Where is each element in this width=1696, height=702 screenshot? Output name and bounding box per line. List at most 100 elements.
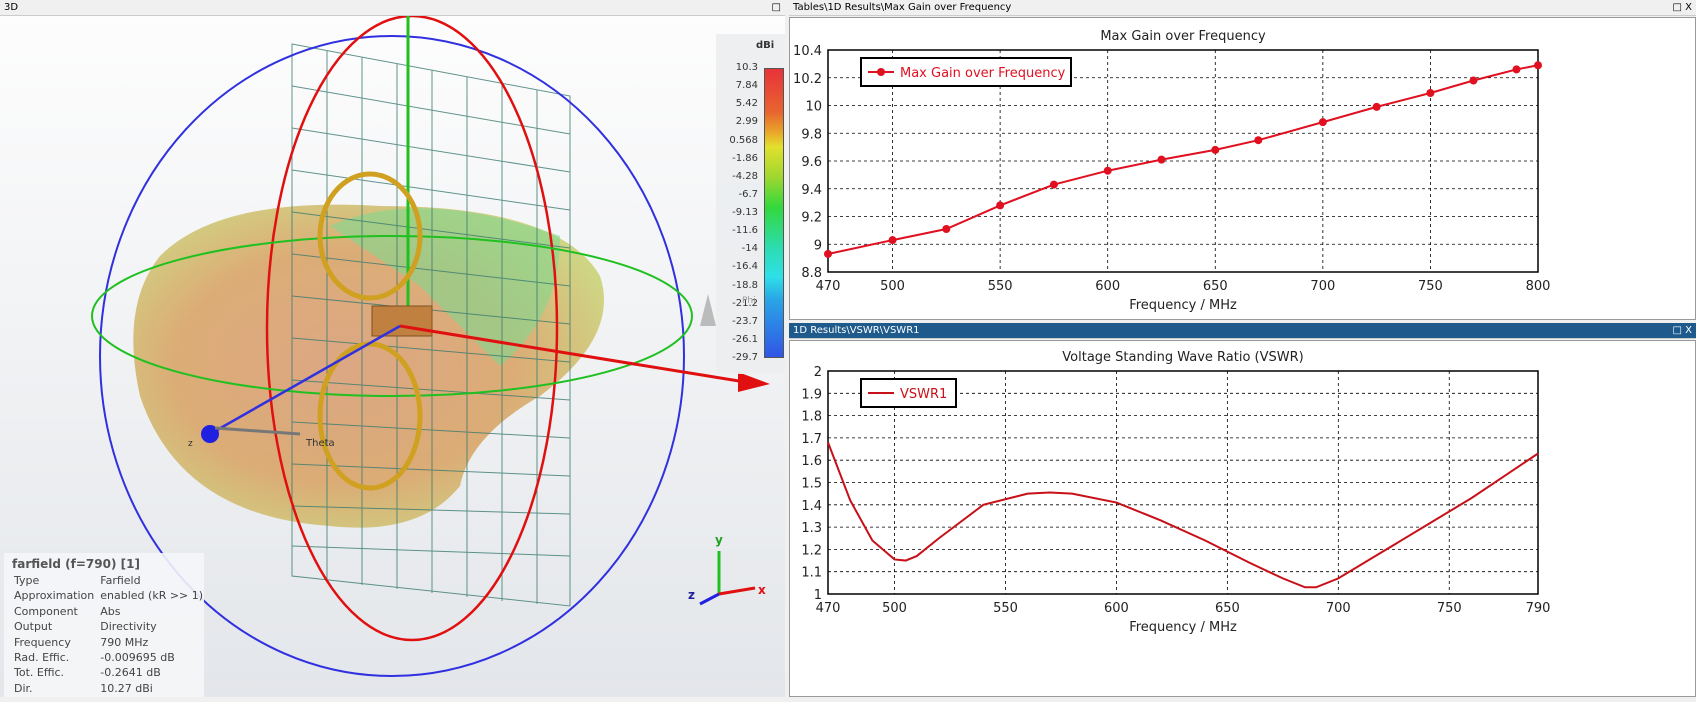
y-tick-label: 9.2 [801, 211, 822, 226]
y-tick-label: 10.4 [793, 44, 822, 59]
phi-arrow [700, 294, 716, 326]
gain-panel-header: Tables\1D Results\Max Gain over Frequenc… [789, 0, 1696, 16]
y-tick-label: 8.8 [801, 266, 822, 281]
data-point [1254, 136, 1263, 145]
x-tick-label: 650 [1203, 279, 1228, 294]
y-tick-label: 1.1 [801, 566, 822, 581]
data-point [1372, 102, 1381, 111]
x-tick-label: 550 [988, 279, 1013, 294]
info-row: Dir. 10.27 dBi [12, 681, 207, 696]
info-key: Component [14, 604, 78, 618]
y-tick-label: 1.3 [801, 521, 822, 536]
colorbar-label: -6.7 [738, 188, 758, 200]
y-tick-label: 9.4 [801, 183, 822, 198]
colorbar-label: 5.42 [735, 98, 758, 110]
colorbar-label: 10.3 [735, 62, 758, 73]
data-point [1049, 180, 1058, 189]
data-point [942, 224, 951, 233]
data-point [1211, 145, 1220, 154]
farfield-info-box: farfield (f=790) [1] Type Farfield Approxi… [4, 553, 204, 697]
colorbar-label: -26.1 [732, 333, 758, 345]
gain-panel-title: Tables\1D Results\Max Gain over Frequenc… [793, 2, 1012, 13]
vswr-panel-window-buttons[interactable]: □ X [1673, 323, 1692, 339]
x-axis-label: Frequency / MHz [1129, 298, 1237, 313]
chart-title: Max Gain over Frequency [1100, 29, 1266, 44]
phi-label: Phi [742, 296, 756, 306]
x-axis-label: Frequency / MHz [1129, 620, 1237, 635]
antenna-feed [371, 305, 433, 337]
info-title: farfield (f=790) [1] [12, 557, 140, 571]
x-tick-label: 550 [993, 601, 1018, 616]
info-key: Dir. [14, 681, 33, 695]
x-tick-label: 800 [1526, 279, 1551, 294]
y-tick-label: 1.8 [801, 410, 822, 425]
colorbar-label: -1.86 [732, 152, 758, 164]
triad-x-label: x [758, 583, 766, 597]
vswr-panel-header: 1D Results\VSWR\VSWR1 □ X [789, 323, 1696, 339]
info-key: Tot. Effic. [14, 666, 65, 680]
y-tick-label: 9.6 [801, 155, 822, 170]
y-tick-label: 1.9 [801, 387, 822, 402]
x-tick-label: 470 [816, 601, 841, 616]
info-row: Approximation enabled (kR >> 1) [12, 588, 207, 603]
legend-label: VSWR1 [900, 387, 947, 402]
colorbar-label: -29.7 [732, 352, 758, 363]
x-tick-label: 500 [882, 601, 907, 616]
colorbar-label: -23.7 [732, 315, 758, 327]
colorbar-gradient [764, 68, 784, 358]
info-row: Rad. Effic. -0.009695 dB [12, 650, 207, 665]
maximize-button[interactable]: □ [772, 0, 781, 16]
data-point [1103, 166, 1112, 175]
info-key: Type [14, 574, 40, 587]
axes-triad-icon: y x z [688, 533, 766, 606]
x-tick-label: 700 [1326, 601, 1351, 616]
y-tick-label: 10 [805, 100, 822, 115]
info-key: Approximation [14, 589, 95, 603]
data-point [1157, 155, 1166, 164]
info-row: Frequency 790 MHz [12, 635, 207, 650]
y-tick-label: 1.5 [801, 477, 822, 492]
gain-panel-window-buttons[interactable]: □ X [1673, 0, 1692, 16]
data-point [824, 249, 832, 258]
colorbar-label: -9.13 [732, 207, 758, 218]
colorbar-unit: dBi [756, 40, 775, 51]
chart-title: Voltage Standing Wave Ratio (VSWR) [1062, 350, 1303, 365]
data-point [1469, 76, 1478, 85]
info-key: Rad. Effic. [14, 651, 70, 665]
legend-label: Max Gain over Frequency [900, 66, 1066, 81]
data-point [888, 236, 897, 245]
x-tick-label: 600 [1095, 279, 1120, 294]
legend-marker [877, 68, 885, 76]
info-value: enabled (kR >> 1) [100, 589, 204, 603]
info-row: Type Farfield [12, 573, 207, 588]
colorbar-label: -16.4 [732, 261, 758, 273]
series-line [827, 442, 1539, 589]
info-value: Abs [100, 604, 121, 618]
x-tick-label: 650 [1215, 601, 1240, 616]
data-point [1512, 65, 1521, 74]
colorbar-label: 2.99 [735, 116, 758, 128]
y-tick-label: 2 [814, 365, 822, 380]
colorbar-label: -4.28 [732, 170, 758, 182]
x-tick-label: 750 [1418, 279, 1443, 294]
y-tick-label: 9 [814, 238, 822, 253]
data-point [1534, 61, 1542, 70]
x-axis-arrow [738, 372, 770, 392]
y-tick-label: 1 [814, 588, 822, 603]
x-tick-label: 700 [1310, 279, 1335, 294]
info-value: Directivity [100, 620, 157, 634]
info-value: 790 MHz [100, 635, 149, 649]
colorbar-label: 7.84 [735, 80, 758, 92]
info-key: Frequency [14, 635, 71, 649]
y-tick-label: 1.4 [801, 499, 822, 514]
info-value: Farfield [100, 574, 141, 587]
vswr-chart-panel: Voltage Standing Wave Ratio (VSWR) 470 500… [789, 340, 1696, 697]
data-point [1318, 118, 1327, 127]
view3d-header: 3D □ [0, 0, 785, 16]
colorbar-label: 0.568 [729, 134, 758, 146]
theta-label: Theta [305, 438, 335, 449]
y-tick-label: 1.2 [801, 543, 822, 558]
gain-chart-panel: Max Gain over Frequency 470 500 550 600 650 70… [789, 17, 1696, 320]
farfield-3d-view[interactable]: Theta z y x z dBi 10.3 7.84 5.42 2.99 0.568 -… [0, 16, 785, 697]
info-key: Output [14, 620, 53, 634]
